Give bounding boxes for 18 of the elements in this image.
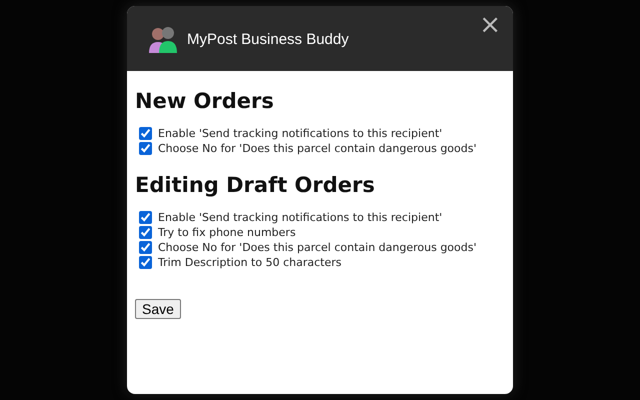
popup-title: MyPost Business Buddy — [187, 31, 349, 48]
save-button[interactable]: Save — [135, 299, 181, 319]
option-label: Choose No for 'Does this parcel contain dangerous goods' — [158, 241, 477, 254]
section-heading: Editing Draft Orders — [135, 173, 376, 197]
people-icon — [147, 24, 179, 52]
option-label: Choose No for 'Does this parcel contain dangerous goods' — [158, 142, 477, 155]
option-label: Enable 'Send tracking notifications to this recipient' — [158, 211, 442, 224]
section-heading: New Orders — [135, 89, 275, 113]
option-checkbox[interactable] — [139, 211, 152, 224]
option-checkbox[interactable] — [139, 256, 152, 269]
option-label: Trim Description to 50 characters — [158, 256, 342, 269]
close-button[interactable]: × — [479, 12, 501, 38]
option-label: Try to fix phone numbers — [158, 226, 296, 239]
option-checkbox[interactable] — [139, 127, 152, 140]
option-checkbox[interactable] — [139, 226, 152, 239]
option-label: Enable 'Send tracking notifications to this recipient' — [158, 127, 442, 140]
option-checkbox[interactable] — [139, 241, 152, 254]
option-checkbox[interactable] — [139, 142, 152, 155]
